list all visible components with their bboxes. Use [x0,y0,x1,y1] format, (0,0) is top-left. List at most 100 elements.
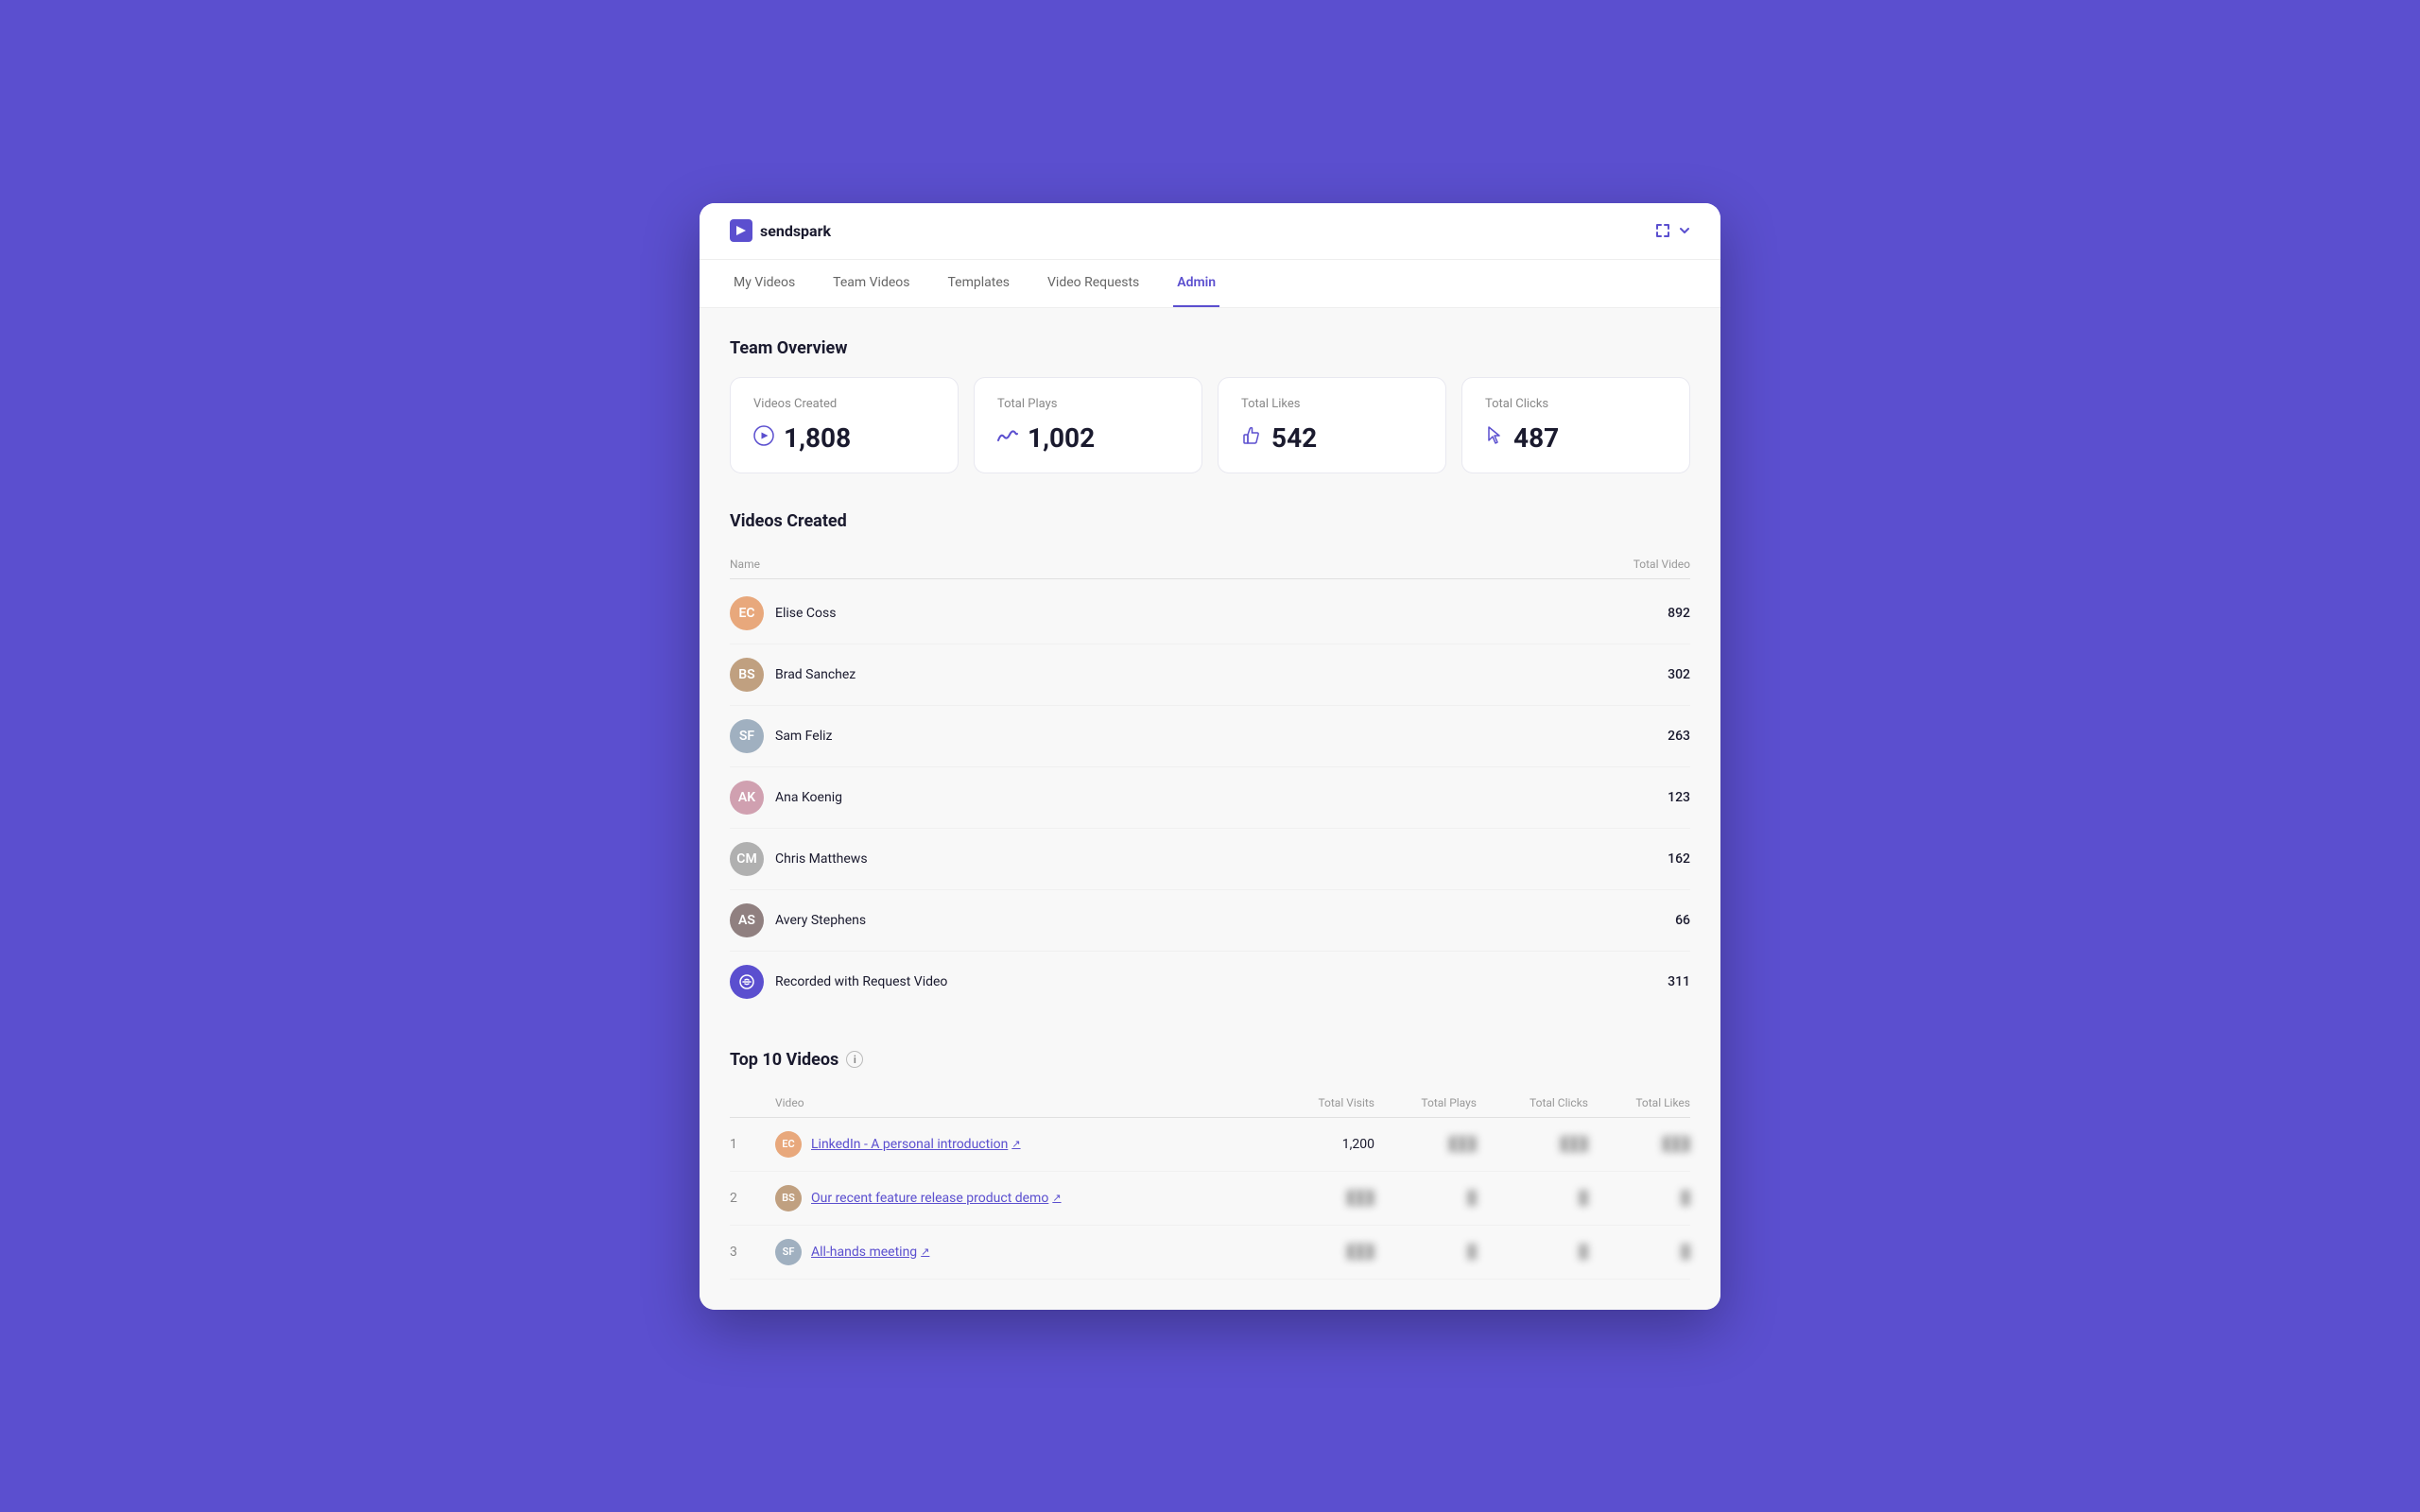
table-row: EC Elise Coss 892 [730,583,1690,644]
cell-total-plays: █ [1382,1244,1477,1260]
videos-created-table-header: Name Total Video [730,550,1690,579]
avatar: AS [730,903,764,937]
avatar: EC [775,1131,802,1158]
row-number: 3 [730,1245,768,1260]
user-info: Recorded with Request Video [730,965,947,999]
avatar-link [730,965,764,999]
video-info: EC LinkedIn - A personal introduction ↗ [775,1131,1253,1158]
cell-total-likes: █ [1596,1190,1690,1206]
nav-my-videos[interactable]: My Videos [730,260,799,307]
avatar: BS [730,658,764,692]
video-link[interactable]: All-hands meeting ↗ [811,1245,929,1260]
avatar: SF [775,1239,802,1265]
user-name: Ana Koenig [775,790,842,805]
header: sendspark [700,203,1720,260]
avatar: CM [730,842,764,876]
stat-number-total-likes: 542 [1271,422,1317,454]
user-name: Brad Sanchez [775,667,856,682]
row-value: 302 [1668,667,1690,682]
row-value: 162 [1668,851,1690,867]
col-name-header: Name [730,558,760,571]
videos-created-title: Videos Created [730,511,1690,531]
cell-total-visits: ███ [1261,1190,1374,1206]
logo-icon [730,219,752,242]
cell-total-likes: █ [1596,1244,1690,1260]
nav-templates[interactable]: Templates [944,260,1014,307]
video-info: BS Our recent feature release product de… [775,1185,1253,1211]
thumbs-up-icon [1241,425,1262,451]
user-info: EC Elise Coss [730,596,836,630]
video-link[interactable]: Our recent feature release product demo … [811,1191,1062,1206]
cursor-icon [1485,425,1504,451]
user-name: Elise Coss [775,606,836,621]
top10-section: Top 10 Videos i Video Total Visits Total… [730,1050,1690,1280]
table-row: 1 EC LinkedIn - A personal introduction … [730,1118,1690,1172]
col-visits-header: Total Visits [1261,1096,1374,1109]
plays-icon [997,426,1018,449]
user-name: Recorded with Request Video [775,974,947,989]
cell-total-visits: 1,200 [1261,1137,1374,1152]
info-icon[interactable]: i [846,1051,863,1068]
team-overview-title: Team Overview [730,338,1690,358]
user-name: Avery Stephens [775,913,866,928]
stat-number-videos-created: 1,808 [784,422,851,454]
user-name: Chris Matthews [775,851,868,867]
play-icon [753,425,774,451]
stats-row: Videos Created 1,808 Total Plays [730,377,1690,473]
table-row: SF Sam Feliz 263 [730,706,1690,767]
col-video-header: Video [775,1096,1253,1109]
row-value: 66 [1675,913,1690,928]
stat-card-total-plays: Total Plays 1,002 [974,377,1202,473]
nav-team-videos[interactable]: Team Videos [829,260,913,307]
table-row: BS Brad Sanchez 302 [730,644,1690,706]
top10-table-header: Video Total Visits Total Plays Total Cli… [730,1089,1690,1118]
user-info: CM Chris Matthews [730,842,868,876]
stat-number-total-clicks: 487 [1513,422,1559,454]
col-plays-header: Total Plays [1382,1096,1477,1109]
stat-card-total-likes: Total Likes 542 [1218,377,1446,473]
stat-label-total-plays: Total Plays [997,397,1179,411]
row-number: 1 [730,1137,768,1152]
app-window: sendspark My Videos Team Videos Template… [700,203,1720,1310]
table-row: 3 SF All-hands meeting ↗ ███ █ █ █ [730,1226,1690,1280]
table-row: CM Chris Matthews 162 [730,829,1690,890]
nav-video-requests[interactable]: Video Requests [1044,260,1143,307]
table-row: Recorded with Request Video 311 [730,952,1690,1012]
stat-label-videos-created: Videos Created [753,397,935,411]
user-info: AK Ana Koenig [730,781,842,815]
video-info: SF All-hands meeting ↗ [775,1239,1253,1265]
header-actions[interactable] [1654,222,1690,239]
stat-label-total-likes: Total Likes [1241,397,1423,411]
row-number: 2 [730,1191,768,1206]
main-content: Team Overview Videos Created 1,808 T [700,308,1720,1310]
nav: My Videos Team Videos Templates Video Re… [700,260,1720,308]
external-link-icon: ↗ [921,1246,929,1258]
user-info: SF Sam Feliz [730,719,832,753]
stat-value-total-likes: 542 [1241,422,1423,454]
user-name: Sam Feliz [775,729,832,744]
col-clicks-header: Total Clicks [1484,1096,1588,1109]
row-value: 263 [1668,729,1690,744]
cell-total-visits: ███ [1261,1244,1374,1260]
video-link[interactable]: LinkedIn - A personal introduction ↗ [811,1137,1021,1152]
row-value: 892 [1668,606,1690,621]
table-row: AK Ana Koenig 123 [730,767,1690,829]
col-likes-header: Total Likes [1596,1096,1690,1109]
nav-admin[interactable]: Admin [1173,260,1219,307]
cell-total-clicks: █ [1484,1190,1588,1206]
cell-total-clicks: █ [1484,1244,1588,1260]
col-total-video-header: Total Video [1634,558,1690,571]
col-num-header [730,1096,768,1109]
expand-icon [1654,222,1671,239]
external-link-icon: ↗ [1052,1192,1061,1204]
avatar: BS [775,1185,802,1211]
cell-total-plays: █ [1382,1190,1477,1206]
stat-value-total-plays: 1,002 [997,422,1179,454]
external-link-icon: ↗ [1011,1138,1020,1150]
row-value: 123 [1668,790,1690,805]
videos-created-section: Videos Created Name Total Video EC Elise… [730,511,1690,1012]
stat-number-total-plays: 1,002 [1028,422,1095,454]
chevron-down-icon [1679,225,1690,236]
row-value: 311 [1668,974,1690,989]
avatar: SF [730,719,764,753]
